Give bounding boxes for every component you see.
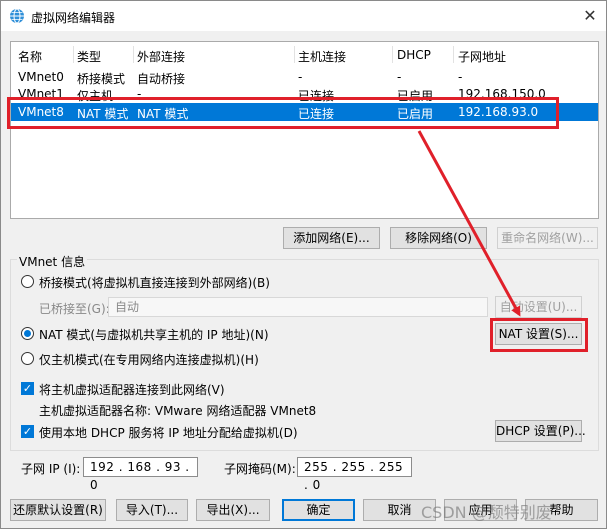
column-header-type[interactable]: 类型 (77, 48, 101, 65)
column-header-name[interactable]: 名称 (18, 48, 42, 65)
globe-icon (10, 8, 24, 24)
column-header-external[interactable]: 外部连接 (137, 48, 185, 65)
annotation-highlight-nat-button (490, 318, 588, 352)
subnet-mask-label: 子网掩码(M): (224, 462, 296, 476)
adapter-name-label: 主机虚拟适配器名称: VMware 网络适配器 VMnet8 (39, 404, 317, 418)
column-divider (294, 46, 295, 63)
auto-settings-button[interactable]: 自动设置(U)... (495, 296, 582, 318)
use-dhcp-checkbox[interactable]: ✓ (21, 425, 34, 438)
remove-network-button[interactable]: 移除网络(O) (390, 227, 487, 249)
network-list[interactable]: 名称 类型 外部连接 主机连接 DHCP 子网地址 VMnet0 桥接模式 自动… (10, 41, 599, 219)
bridged-mode-radio[interactable] (21, 275, 34, 288)
host-only-radio[interactable] (21, 352, 34, 365)
column-header-subnet[interactable]: 子网地址 (458, 48, 506, 65)
subnet-ip-input[interactable]: 192 . 168 . 93 . 0 (83, 457, 198, 492)
column-divider (133, 46, 134, 63)
watermark: CSDN @颓特别废 (421, 503, 552, 522)
restore-defaults-button[interactable]: 还原默认设置(R) (10, 499, 106, 521)
connect-adapter-checkbox[interactable]: ✓ (21, 382, 34, 395)
connect-adapter-label[interactable]: 将主机虚拟适配器连接到此网络(V) (39, 381, 225, 398)
host-only-label[interactable]: 仅主机模式(在专用网络内连接虚拟机)(H) (39, 351, 259, 368)
column-header-dhcp[interactable]: DHCP (397, 48, 431, 62)
nat-mode-label[interactable]: NAT 模式(与虚拟机共享主机的 IP 地址)(N) (39, 326, 269, 343)
cell-subnet: - (458, 70, 463, 84)
bridged-mode-label[interactable]: 桥接模式(将虚拟机直接连接到外部网络)(B) (39, 274, 270, 291)
bridged-to-value: 自动 (115, 300, 140, 314)
nat-mode-radio[interactable] (21, 327, 34, 340)
column-divider (73, 46, 74, 63)
vmnet-info-label: VMnet 信息 (17, 253, 88, 270)
export-button[interactable]: 导出(X)... (196, 499, 270, 521)
add-network-button[interactable]: 添加网络(E)... (283, 227, 380, 249)
cell-dhcp: - (397, 70, 402, 84)
bridged-to-label: 已桥接至(G): (39, 302, 110, 316)
subnet-ip-label: 子网 IP (I): (21, 462, 81, 476)
annotation-highlight-row (7, 97, 559, 129)
cell-host: - (298, 70, 303, 84)
subnet-mask-input[interactable]: 255 . 255 . 255 . 0 (297, 457, 412, 492)
close-button[interactable]: ✕ (579, 5, 601, 27)
ok-button[interactable]: 确定 (282, 499, 355, 521)
table-row[interactable]: VMnet0 桥接模式 自动桥接 - - - (11, 68, 598, 86)
column-divider (392, 46, 393, 63)
column-header-host[interactable]: 主机连接 (298, 48, 346, 65)
rename-network-button[interactable]: 重命名网络(W)... (497, 227, 598, 249)
dhcp-settings-button[interactable]: DHCP 设置(P)... (495, 420, 586, 442)
use-dhcp-label[interactable]: 使用本地 DHCP 服务将 IP 地址分配给虚拟机(D) (39, 424, 298, 441)
window-title: 虚拟网络编辑器 (31, 11, 116, 25)
bridged-to-select[interactable]: 自动 (108, 297, 488, 317)
column-divider (453, 46, 454, 63)
title-bar: 虚拟网络编辑器 ✕ (1, 1, 606, 31)
cell-name: VMnet0 (18, 70, 64, 84)
virtual-network-editor-window: 虚拟网络编辑器 ✕ 名称 类型 外部连接 主机连接 DHCP 子网地址 VMne… (0, 0, 607, 529)
import-button[interactable]: 导入(T)... (116, 499, 188, 521)
